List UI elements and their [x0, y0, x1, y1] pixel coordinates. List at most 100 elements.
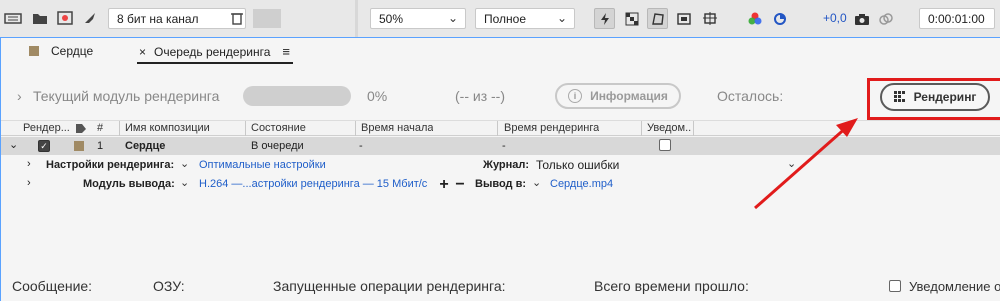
chevron-down-icon[interactable]: ⌄: [9, 138, 18, 151]
tab-render-queue-label: Очередь рендеринга: [154, 45, 271, 59]
col-render-time[interactable]: Время рендеринга: [504, 122, 599, 134]
render-info-bar: Сообщение: ОЗУ: Запущенные операции ренд…: [1, 271, 1000, 301]
output-file-link[interactable]: Сердце.mp4: [550, 178, 613, 190]
notify-on-finish-checkbox[interactable]: [889, 280, 901, 292]
notify-on-finish-label: Уведомление о з: [909, 279, 1000, 294]
panel-menu-icon[interactable]: ≡: [282, 44, 290, 59]
chevron-right-icon[interactable]: ›: [17, 88, 22, 104]
chevron-down-icon: ⌄: [447, 11, 458, 25]
chevron-right-icon[interactable]: ›: [27, 177, 31, 189]
tab-render-queue[interactable]: × Очередь рендеринга ≡: [139, 44, 290, 59]
exposure-value[interactable]: +0,0: [823, 11, 847, 25]
composition-swatch: [74, 141, 84, 151]
top-toolbar: 8 бит на канал 50% ⌄ Полное ⌄ +0,0 0:00:: [0, 0, 1000, 37]
region-of-interest-icon[interactable]: [673, 8, 694, 29]
folder-icon[interactable]: [31, 9, 49, 27]
composition-swatch: [29, 46, 39, 56]
output-to-label: Вывод в:: [475, 178, 526, 190]
col-state[interactable]: Состояние: [251, 122, 306, 134]
elapsed-label: Всего времени прошло:: [594, 278, 749, 294]
active-tab-underline: [137, 62, 293, 64]
col-start-time[interactable]: Время начала: [361, 122, 433, 134]
render-progress-bar: [243, 86, 351, 106]
output-module-link[interactable]: H.264 —...астройки рендеринга — 15 Мбит/…: [199, 178, 427, 190]
remove-output-module-button[interactable]: −: [453, 177, 467, 193]
exposure-reset-icon[interactable]: [769, 8, 790, 29]
resolution-select[interactable]: Полное ⌄: [475, 8, 575, 29]
resolution-value: Полное: [484, 11, 527, 26]
grid-guides-icon[interactable]: [700, 8, 721, 29]
new-composition-icon[interactable]: [56, 9, 74, 27]
fast-preview-toggle[interactable]: [594, 8, 615, 29]
queue-start-time: -: [359, 140, 363, 152]
interpret-footage-icon[interactable]: [4, 9, 22, 27]
chevron-down-icon[interactable]: ⌄: [180, 157, 189, 170]
column-divider: [497, 121, 498, 136]
column-divider: [119, 121, 120, 136]
progress-of-total: (-- из --): [455, 88, 505, 104]
render-settings-link[interactable]: Оптимальные настройки: [199, 159, 326, 171]
message-label: Сообщение:: [12, 278, 93, 294]
progress-percent: 0%: [367, 88, 388, 104]
zoom-value: 50%: [379, 11, 404, 26]
remaining-label: Осталось:: [717, 88, 784, 104]
chevron-right-icon[interactable]: ›: [27, 158, 31, 170]
col-number[interactable]: #: [97, 122, 103, 134]
queue-table-header: Рендер... # Имя композиции Состояние Вре…: [1, 120, 1000, 136]
tab-composition[interactable]: Сердце: [29, 44, 93, 58]
log-select-value[interactable]: Только ошибки: [536, 158, 619, 172]
col-render[interactable]: Рендер...: [23, 122, 69, 134]
chevron-down-icon[interactable]: ⌄: [787, 157, 796, 170]
channel-bits-label: 8 бит на канал: [117, 11, 199, 26]
started-label: Запущенные операции рендеринга:: [273, 278, 506, 294]
toolbar-divider: [355, 0, 358, 37]
notify-checkbox[interactable]: [659, 139, 671, 151]
label-tag-icon[interactable]: [75, 123, 87, 137]
col-notify[interactable]: Уведом...: [647, 122, 691, 134]
transparency-grid-icon[interactable]: [621, 8, 642, 29]
add-output-module-button[interactable]: +: [437, 177, 451, 193]
current-module-label: Текущий модуль рендеринга: [33, 88, 220, 104]
column-divider: [641, 121, 642, 136]
tab-composition-label: Сердце: [51, 44, 94, 58]
chevron-down-icon[interactable]: ⌄: [180, 176, 189, 189]
show-snapshot-icon[interactable]: [875, 8, 896, 29]
render-checkbox[interactable]: ✓: [38, 140, 50, 152]
column-divider: [245, 121, 246, 136]
col-comp-name[interactable]: Имя композиции: [125, 122, 210, 134]
render-icon: [893, 91, 905, 102]
output-module-label: Модуль вывода:: [83, 178, 175, 190]
info-button-label: Информация: [590, 89, 668, 103]
mask-path-icon[interactable]: [647, 8, 668, 29]
info-icon: i: [568, 89, 583, 103]
render-settings-label: Настройки рендеринга:: [46, 159, 175, 171]
tab-close-icon[interactable]: ×: [139, 45, 146, 59]
color-swatch[interactable]: [253, 9, 281, 28]
render-button-label: Рендеринг: [913, 90, 977, 104]
render-settings-row: › Настройки рендеринга: ⌄ Оптимальные на…: [1, 157, 1000, 175]
queue-index: 1: [97, 140, 104, 152]
render-button[interactable]: Рендеринг: [880, 83, 990, 111]
rgb-channels-icon[interactable]: [744, 8, 765, 29]
queue-comp-name: Сердце: [125, 140, 166, 152]
queue-state: В очереди: [251, 140, 304, 152]
channel-bits-field[interactable]: 8 бит на канал: [108, 8, 246, 29]
column-divider: [693, 121, 694, 136]
table-row[interactable]: ⌄ ✓ 1 Сердце В очереди - -: [1, 137, 1000, 155]
camera-snapshot-icon[interactable]: [851, 8, 872, 29]
timecode-field[interactable]: 0:00:01:00: [919, 8, 995, 29]
output-module-row: › Модуль вывода: ⌄ H.264 —...астройки ре…: [1, 176, 1000, 194]
chevron-down-icon[interactable]: ⌄: [532, 176, 541, 189]
info-button[interactable]: i Информация: [555, 83, 681, 109]
render-queue-panel: Сердце × Очередь рендеринга ≡ › Текущий мо…: [0, 37, 1000, 301]
zoom-select[interactable]: 50% ⌄: [370, 8, 466, 29]
timecode-value: 0:00:01:00: [928, 11, 985, 26]
ram-label: ОЗУ:: [153, 278, 185, 294]
panel-tabs: Сердце × Очередь рендеринга ≡: [1, 38, 1000, 66]
log-label: Журнал:: [483, 159, 530, 171]
trash-icon[interactable]: [228, 9, 246, 27]
render-status-row: › Текущий модуль рендеринга 0% (-- из --…: [1, 78, 1000, 120]
queue-render-time: -: [502, 140, 506, 152]
column-divider: [355, 121, 356, 136]
render-rocket-icon[interactable]: [81, 9, 99, 27]
